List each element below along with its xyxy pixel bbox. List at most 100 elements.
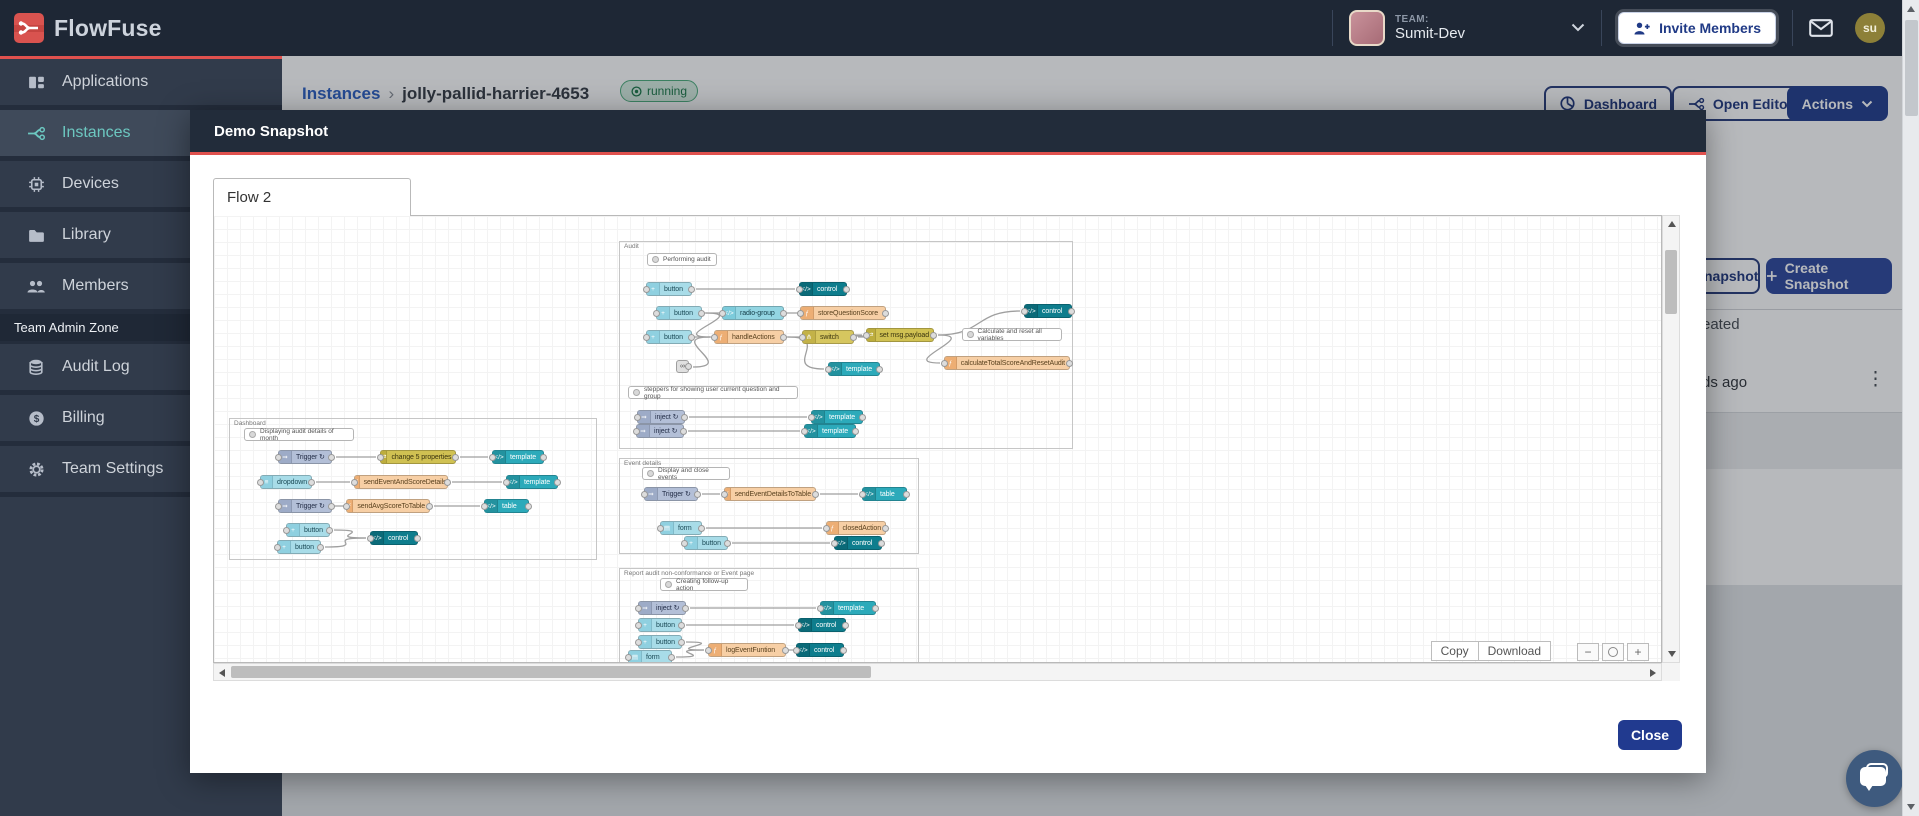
flow-node-label: inject ↻ xyxy=(656,605,680,612)
template-node-icon: </> xyxy=(485,500,498,512)
flow-canvas[interactable]: Copy Download − + Audit Event details Dash… xyxy=(213,215,1662,663)
vertical-scroll-thumb[interactable] xyxy=(1665,250,1677,314)
flow-node-control: </> control xyxy=(1021,304,1075,318)
flow-node-func: ƒ sendEventDetailsToTable xyxy=(721,487,819,501)
button-node-icon: + xyxy=(657,307,670,319)
navbar-divider xyxy=(1792,10,1793,46)
control-node-icon: </> xyxy=(1025,305,1038,317)
tab-flow-2[interactable]: Flow 2 xyxy=(213,178,411,216)
flow-node-control: </> control xyxy=(796,282,850,296)
flow-node-template: </> template xyxy=(801,424,859,438)
flow-node-control: </> control xyxy=(367,531,421,545)
chip-icon xyxy=(26,175,46,194)
flow-node-label: template xyxy=(822,427,849,435)
flow-node-label: inject ↻ xyxy=(654,428,678,435)
sidebar-item-label: Instances xyxy=(62,124,131,141)
flow-group-label: Report audit non-conformance or Event pa… xyxy=(624,570,755,577)
flow-node-label: Trigger ↻ xyxy=(662,491,691,498)
comment-icon xyxy=(249,431,256,438)
comment-icon xyxy=(665,581,672,588)
comment-label: Calculate and reset all variables xyxy=(977,327,1042,342)
page-scrollbar[interactable] xyxy=(1902,0,1919,816)
navbar-divider xyxy=(1332,10,1334,46)
inject-node-icon: ⇒ xyxy=(637,425,650,437)
zoom-out-button[interactable]: − xyxy=(1577,643,1599,661)
flow-group-label: Dashboard xyxy=(234,420,266,427)
brand[interactable]: FlowFuse xyxy=(0,13,162,43)
flow-node-label: handleActions xyxy=(732,333,775,341)
page-scroll-thumb[interactable] xyxy=(1905,20,1918,116)
control-node-icon: </> xyxy=(797,644,810,656)
flow-comment-node: steppers for showing user current questi… xyxy=(628,385,798,400)
flow-node-inject: ⇒ Trigger ↻ xyxy=(641,487,701,501)
template-node-icon: </> xyxy=(821,602,834,614)
flow-node-func: ƒ closedAction xyxy=(823,521,889,535)
zoom-in-button[interactable]: + xyxy=(1627,643,1649,661)
canvas-vertical-scrollbar[interactable] xyxy=(1662,215,1680,663)
form-node-icon: ▤ xyxy=(629,651,642,662)
template-node-icon: </> xyxy=(507,476,520,488)
canvas-horizontal-scrollbar[interactable] xyxy=(213,663,1662,681)
mail-icon[interactable] xyxy=(1809,19,1833,37)
sidebar-item-applications[interactable]: Applications xyxy=(0,59,282,110)
flow-node-label: Trigger ↻ xyxy=(296,454,325,461)
flow-node-template: </> table xyxy=(859,487,910,501)
team-avatar xyxy=(1349,10,1386,46)
flow-node-label: closedAction xyxy=(842,524,882,532)
flowfuse-logo-icon xyxy=(14,13,44,43)
copy-button[interactable]: Copy xyxy=(1430,641,1479,661)
flow-node-button: + button xyxy=(283,523,333,537)
flow-node-label: control xyxy=(388,534,409,542)
flow-node-label: switch xyxy=(820,333,839,341)
flow-node-label: set msg.payload xyxy=(879,331,930,339)
flow-node-change: ⇄ change 5 properties xyxy=(377,450,459,464)
sidebar-item-label: Billing xyxy=(62,409,105,426)
zoom-reset-button[interactable] xyxy=(1602,643,1624,661)
canvas-controls: Copy Download − + xyxy=(1430,641,1649,661)
team-label: TEAM: xyxy=(1395,13,1429,25)
scroll-left-arrow[interactable] xyxy=(219,669,225,677)
flow-node-label: button xyxy=(674,309,693,317)
close-button[interactable]: Close xyxy=(1618,720,1682,750)
flow-node-label: control xyxy=(816,621,837,629)
flow-node-switch: ⋔ switch xyxy=(799,330,857,344)
page-scroll-down-arrow[interactable] xyxy=(1907,804,1915,810)
scroll-up-arrow[interactable] xyxy=(1668,221,1676,227)
flow-node-label: button xyxy=(295,543,314,551)
comment-label: steppers for showing user current questi… xyxy=(643,385,780,400)
download-button[interactable]: Download xyxy=(1478,641,1551,661)
team-selector[interactable]: TEAM: Sumit-Dev xyxy=(1349,10,1585,46)
flow-node-label: button xyxy=(664,285,683,293)
func-node-icon: ƒ xyxy=(709,644,722,656)
flow-node-label: template xyxy=(524,478,551,486)
comment-label: Creating follow-up action xyxy=(675,577,729,592)
flow-node-inject: ⇒ inject ↻ xyxy=(633,424,687,438)
change-node-icon: ⇄ xyxy=(867,329,876,341)
flow-node-label: form xyxy=(678,524,692,532)
flow-node-control: </> control xyxy=(793,643,847,657)
horizontal-scroll-thumb[interactable] xyxy=(231,666,871,678)
scroll-down-arrow[interactable] xyxy=(1668,651,1676,657)
flow-node-label: button xyxy=(304,526,323,534)
flow-node-button: + button xyxy=(681,536,731,550)
sidebar-item-label: Team Settings xyxy=(62,460,164,477)
invite-members-button[interactable]: Invite Members xyxy=(1618,12,1776,44)
flow-node-label: table xyxy=(502,502,517,510)
modal-title: Demo Snapshot xyxy=(214,122,329,140)
navbar-divider xyxy=(1601,10,1603,46)
scroll-right-arrow[interactable] xyxy=(1650,669,1656,677)
button-node-icon: + xyxy=(647,331,660,343)
flow-node-label: template xyxy=(829,413,856,421)
flow-group-label: Audit xyxy=(624,243,639,250)
billing-icon: $ xyxy=(26,409,46,428)
form-node-icon: ▤ xyxy=(661,522,674,534)
scrollbar-corner xyxy=(1662,663,1680,681)
func-node-icon: ƒ xyxy=(827,522,839,534)
flow-node-label: button xyxy=(656,638,675,646)
radio-node-icon: </> xyxy=(723,307,736,319)
user-avatar[interactable]: su xyxy=(1855,13,1885,43)
control-node-icon: </> xyxy=(800,283,813,295)
flow-node-label: Trigger ↻ xyxy=(296,503,325,510)
chat-widget-button[interactable] xyxy=(1846,750,1903,807)
page-scroll-up-arrow[interactable] xyxy=(1907,6,1915,12)
